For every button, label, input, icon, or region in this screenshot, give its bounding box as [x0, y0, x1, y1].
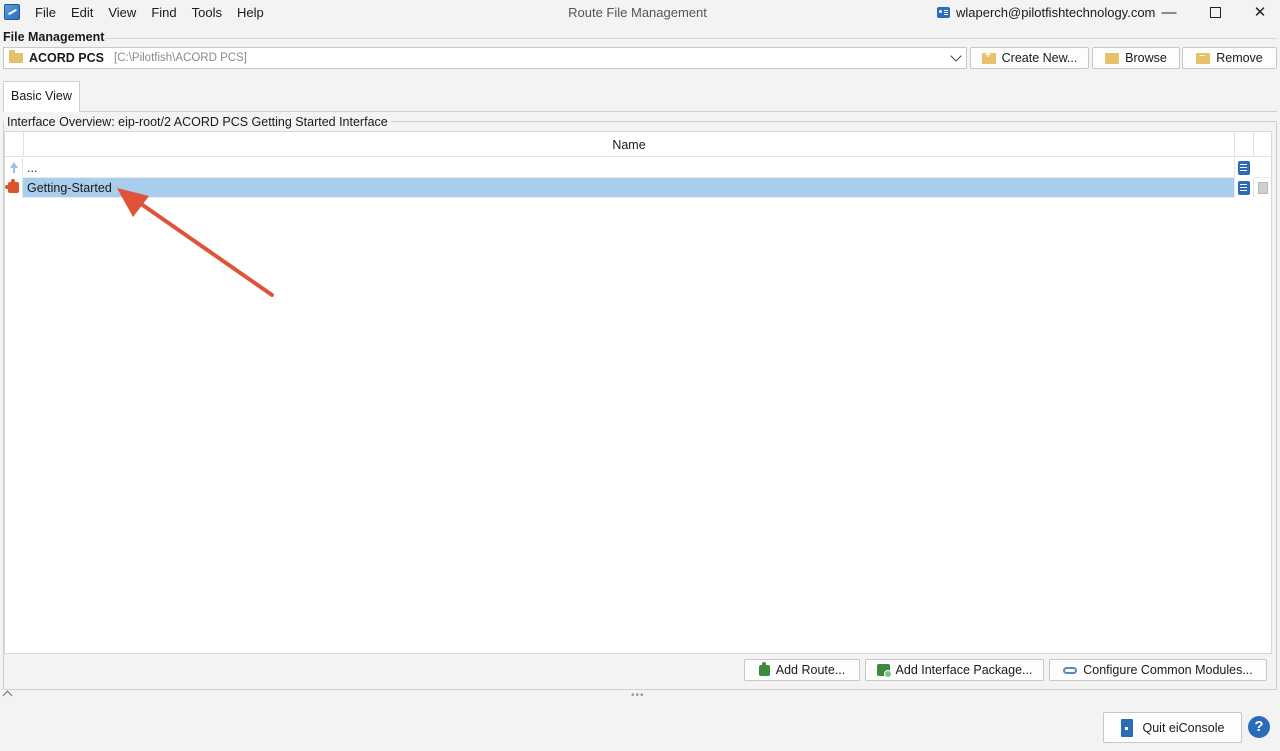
- add-interface-package-button[interactable]: Add Interface Package...: [865, 659, 1044, 681]
- file-management-label: File Management: [3, 30, 105, 44]
- column-separator: [1234, 132, 1235, 157]
- maximize-icon: [1209, 7, 1221, 18]
- menu-file[interactable]: File: [35, 5, 56, 20]
- row-label: Getting-Started: [27, 181, 112, 195]
- tab-basic-view[interactable]: Basic View: [3, 81, 80, 112]
- create-new-label: Create New...: [1001, 51, 1078, 65]
- door-exit-icon: [1120, 718, 1133, 737]
- chevron-down-icon[interactable]: [950, 50, 962, 62]
- quit-button[interactable]: Quit eiConsole: [1103, 712, 1242, 743]
- menu-view[interactable]: View: [108, 5, 136, 20]
- account-indicator[interactable]: wlaperch@pilotfishtechnology.com: [937, 5, 1155, 20]
- folder-dropdown[interactable]: ACORD PCS [C:\Pilotfish\ACORD PCS]: [3, 47, 967, 69]
- table-row-parent[interactable]: ...: [5, 158, 1271, 178]
- maximize-button[interactable]: [1195, 2, 1235, 24]
- menu-tools[interactable]: Tools: [192, 5, 222, 20]
- panel-border: [377, 121, 1277, 122]
- configure-common-modules-button[interactable]: Configure Common Modules...: [1049, 659, 1267, 681]
- configure-modules-label: Configure Common Modules...: [1083, 663, 1253, 677]
- app-icon: [4, 4, 20, 20]
- add-route-label: Add Route...: [775, 663, 846, 677]
- section-divider: [105, 38, 1277, 39]
- remove-button[interactable]: Remove: [1182, 47, 1277, 69]
- column-separator: [1253, 132, 1254, 157]
- column-header-name[interactable]: Name: [24, 138, 1234, 152]
- table-header: Name: [5, 132, 1271, 157]
- edit-document-icon[interactable]: [1238, 161, 1250, 175]
- menu-bar: File Edit View Find Tools Help: [35, 5, 279, 20]
- menu-edit[interactable]: Edit: [71, 5, 93, 20]
- chevron-up-icon[interactable]: [2, 690, 13, 701]
- tab-divider: [80, 111, 1277, 112]
- folder-path: [C:\Pilotfish\ACORD PCS]: [114, 52, 247, 64]
- new-folder-icon: [981, 49, 996, 64]
- row-icon-cell: [5, 178, 23, 198]
- browse-label: Browse: [1125, 51, 1167, 65]
- info-icon[interactable]: [1258, 182, 1268, 194]
- minimize-button[interactable]: —: [1149, 2, 1189, 24]
- remove-folder-icon: [1196, 50, 1211, 64]
- remove-label: Remove: [1216, 51, 1263, 65]
- close-button[interactable]: ✕: [1240, 2, 1280, 24]
- browse-button[interactable]: Browse: [1092, 47, 1180, 69]
- title-bar: File Edit View Find Tools Help Route Fil…: [0, 0, 1280, 26]
- create-new-button[interactable]: Create New...: [970, 47, 1089, 69]
- account-email: wlaperch@pilotfishtechnology.com: [956, 5, 1156, 20]
- row-edit-cell[interactable]: [1234, 178, 1253, 198]
- row-icon-cell: [5, 158, 23, 178]
- folder-icon: [9, 50, 23, 63]
- menu-find[interactable]: Find: [151, 5, 176, 20]
- row-edit-cell[interactable]: [1234, 158, 1253, 178]
- folder-icon: [1105, 52, 1120, 64]
- splitter-handle[interactable]: •••: [631, 690, 645, 701]
- table-row-getting-started[interactable]: Getting-Started: [5, 178, 1271, 198]
- account-card-icon: [937, 7, 950, 18]
- add-package-label: Add Interface Package...: [895, 663, 1033, 677]
- puzzle-icon: [758, 661, 770, 676]
- link-icon: [1063, 666, 1078, 674]
- folder-name: ACORD PCS: [29, 51, 105, 65]
- edit-document-icon[interactable]: [1238, 181, 1250, 195]
- route-table: Name ... Getting-Started: [4, 131, 1272, 654]
- row-label: ...: [27, 161, 38, 175]
- help-button[interactable]: ?: [1248, 716, 1270, 738]
- up-arrow-icon: [10, 162, 18, 173]
- puzzle-icon: [5, 179, 19, 193]
- quit-label: Quit eiConsole: [1142, 720, 1225, 735]
- menu-help[interactable]: Help: [237, 5, 264, 20]
- interface-overview-title: Interface Overview: eip-root/2 ACORD PCS…: [7, 115, 391, 129]
- package-icon: [876, 664, 892, 678]
- row-info-cell[interactable]: [1253, 178, 1271, 198]
- add-route-button[interactable]: Add Route...: [744, 659, 860, 681]
